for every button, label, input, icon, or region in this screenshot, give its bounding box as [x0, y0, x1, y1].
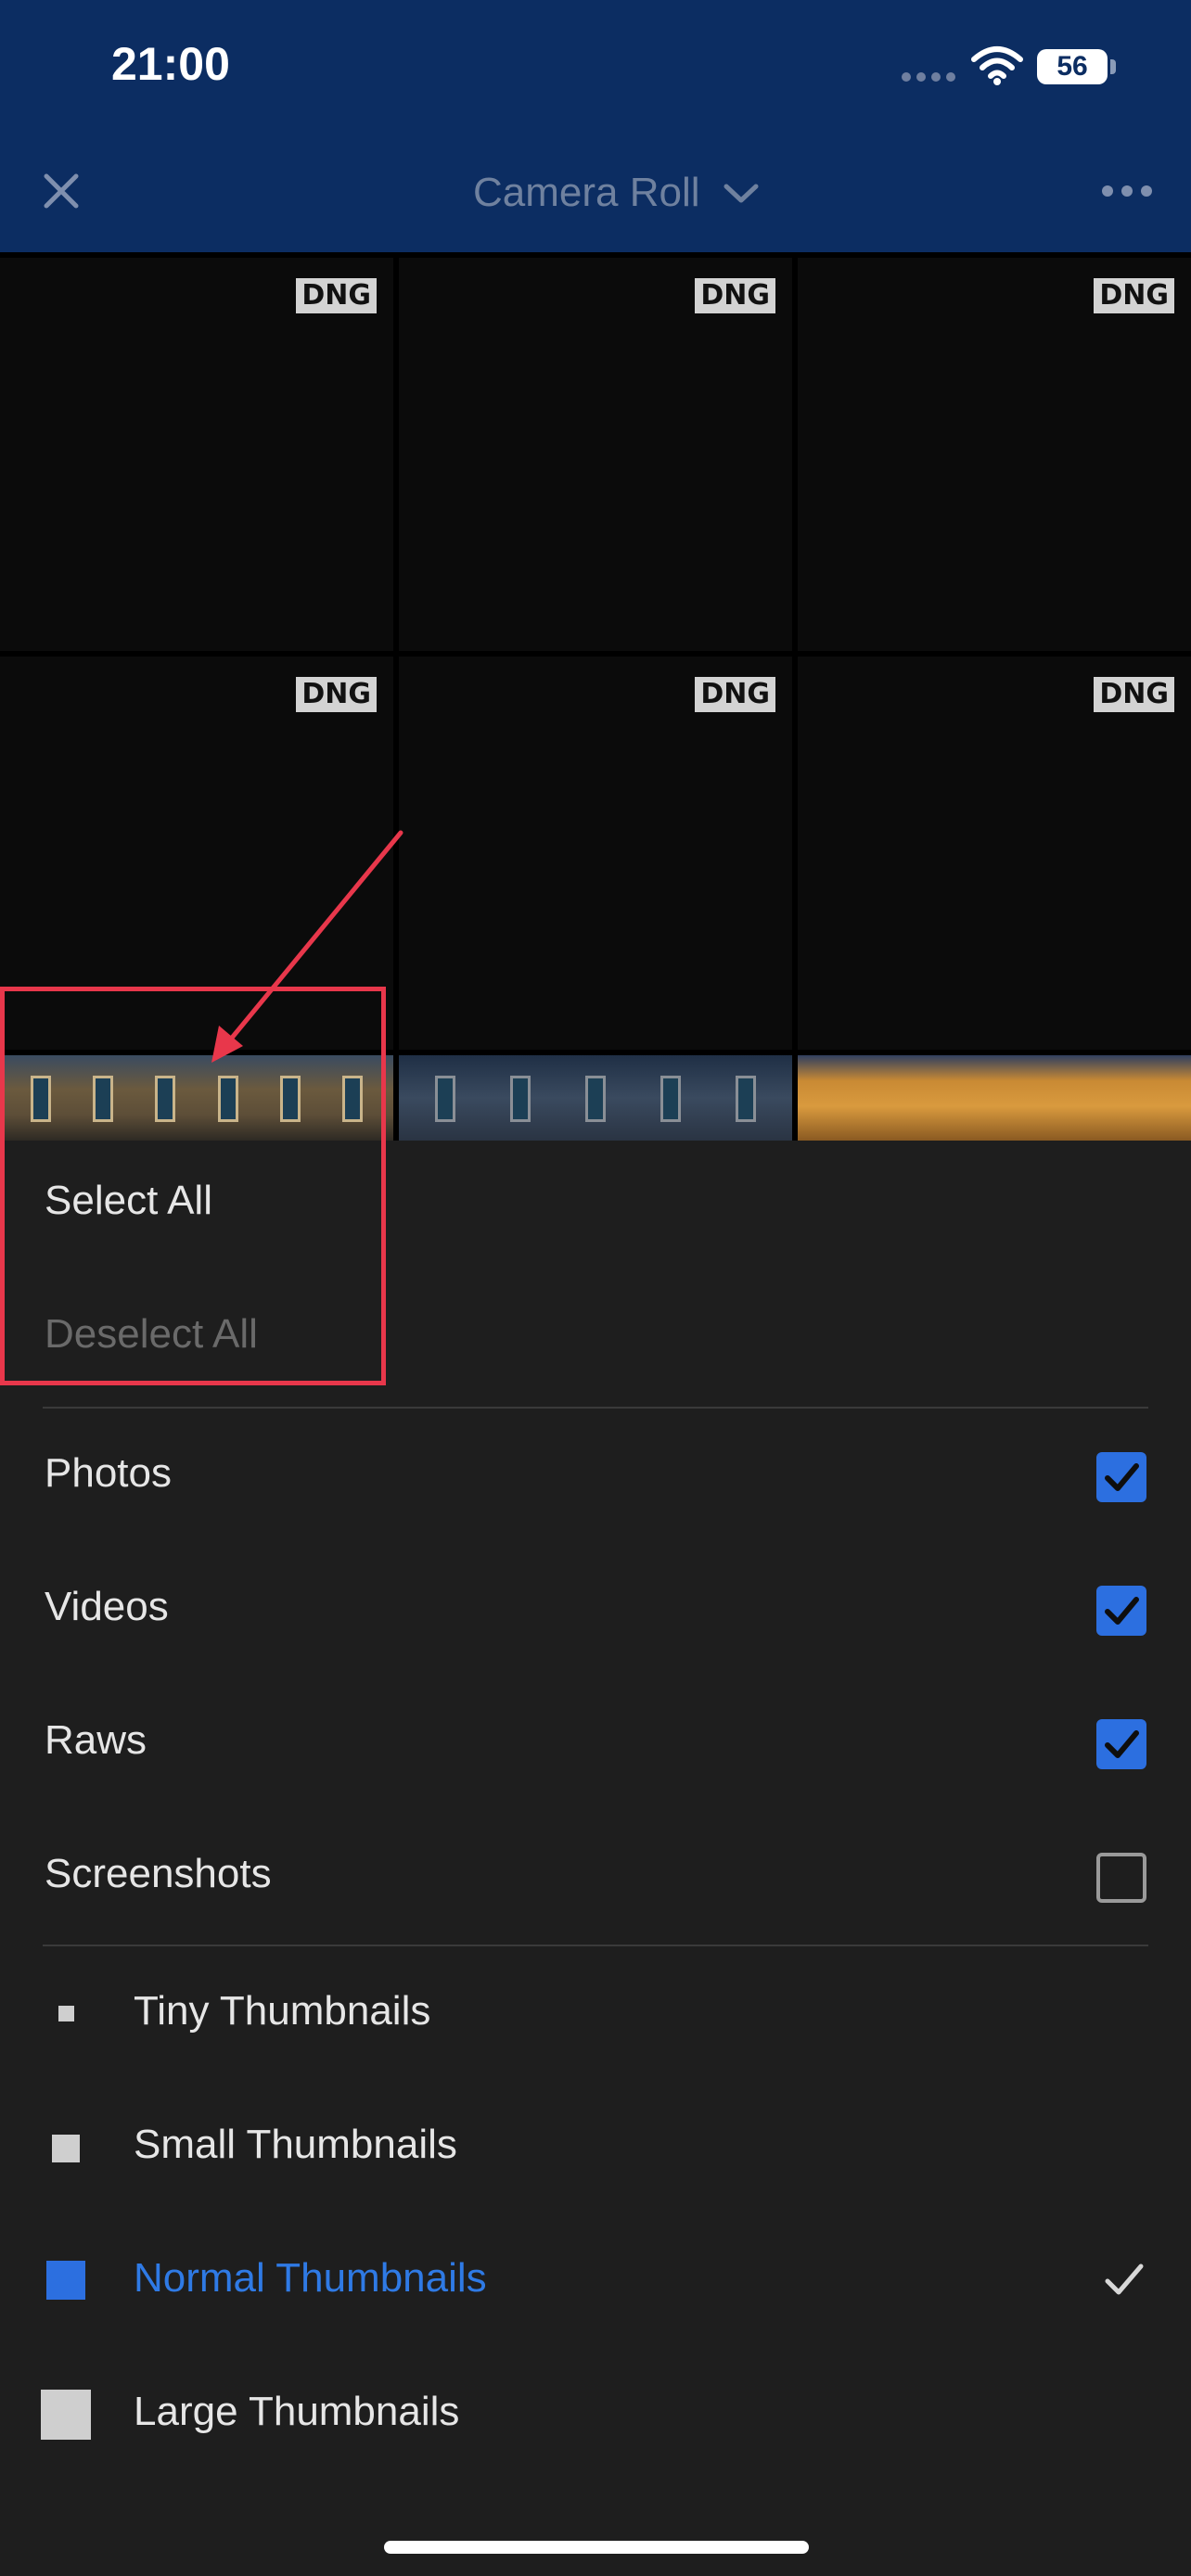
- filter-label-screenshots[interactable]: Screenshots: [45, 1851, 272, 1897]
- grid-tile[interactable]: DNG: [0, 258, 393, 651]
- dng-badge: DNG: [296, 677, 377, 712]
- filter-label-photos[interactable]: Photos: [45, 1450, 172, 1497]
- more-options-icon[interactable]: [1095, 172, 1159, 210]
- filter-label-videos[interactable]: Videos: [45, 1584, 169, 1630]
- photo-thumbnail[interactable]: [798, 1055, 1191, 1141]
- checkmark-icon: [1105, 1730, 1139, 1758]
- album-title: Camera Roll: [473, 170, 700, 215]
- grid-tile[interactable]: DNG: [798, 657, 1191, 1050]
- selected-check-icon: [1105, 2264, 1144, 2295]
- battery-cap: [1110, 59, 1116, 74]
- dng-badge: DNG: [296, 278, 377, 313]
- grid-tile[interactable]: DNG: [399, 657, 792, 1050]
- checkmark-icon: [1105, 1597, 1139, 1625]
- grid-tile[interactable]: DNG: [399, 258, 792, 651]
- small-thumbnail-icon: [52, 2135, 80, 2162]
- raws-checkbox[interactable]: [1096, 1719, 1146, 1769]
- wifi-icon: [971, 46, 1023, 85]
- tiny-thumbnail-icon: [58, 2006, 74, 2021]
- filter-label-raws[interactable]: Raws: [45, 1717, 147, 1764]
- status-time: 21:00: [111, 38, 230, 90]
- divider: [43, 1407, 1148, 1409]
- screenshots-checkbox[interactable]: [1096, 1853, 1146, 1903]
- screen: 21:00 56 Camera Roll DNG DNG DNG DNG DNG…: [0, 0, 1191, 2576]
- checkmark-icon: [1105, 1463, 1139, 1491]
- grid-tile[interactable]: DNG: [798, 258, 1191, 651]
- annotation-highlight-box: [0, 987, 386, 1385]
- chevron-down-icon: [724, 184, 759, 203]
- dng-badge: DNG: [695, 677, 775, 712]
- dng-badge: DNG: [1094, 677, 1174, 712]
- large-thumbnails-option[interactable]: Large Thumbnails: [134, 2389, 459, 2435]
- close-icon[interactable]: [33, 163, 89, 219]
- normal-thumbnail-icon: [46, 2261, 85, 2300]
- videos-checkbox[interactable]: [1096, 1586, 1146, 1636]
- album-selector-button[interactable]: Camera Roll: [473, 165, 760, 221]
- header-bar: 21:00 56 Camera Roll: [0, 0, 1191, 252]
- large-thumbnail-icon: [41, 2390, 91, 2440]
- small-thumbnails-option[interactable]: Small Thumbnails: [134, 2122, 457, 2168]
- normal-thumbnails-option[interactable]: Normal Thumbnails: [134, 2255, 487, 2302]
- tiny-thumbnails-option[interactable]: Tiny Thumbnails: [134, 1988, 430, 2034]
- cellular-signal-icon: [902, 72, 955, 82]
- dng-badge: DNG: [695, 278, 775, 313]
- divider: [43, 1945, 1148, 1946]
- photo-thumbnail[interactable]: [399, 1055, 792, 1141]
- battery-icon: 56: [1037, 49, 1108, 84]
- dng-badge: DNG: [1094, 278, 1174, 313]
- photos-checkbox[interactable]: [1096, 1452, 1146, 1502]
- home-indicator[interactable]: [384, 2541, 809, 2554]
